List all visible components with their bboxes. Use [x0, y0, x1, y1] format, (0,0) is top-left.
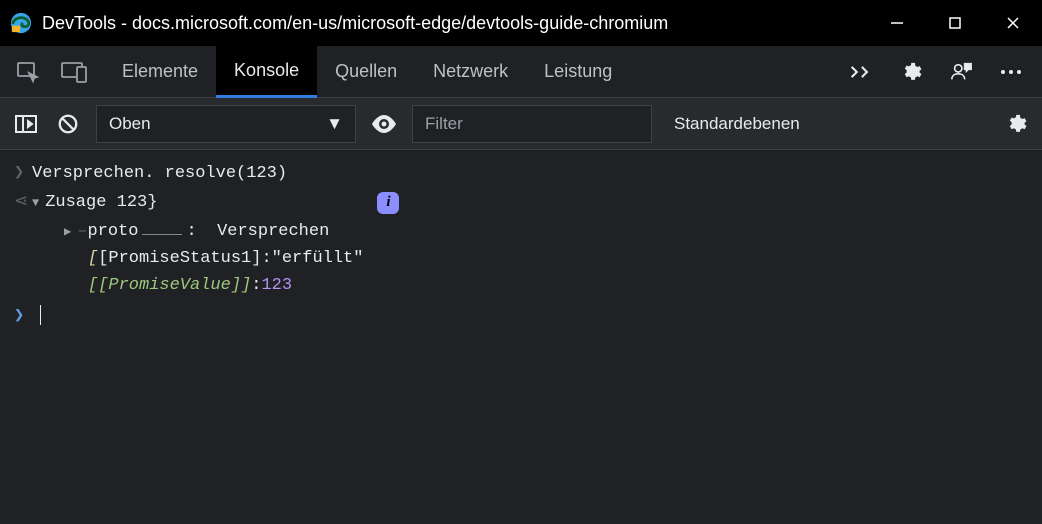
log-levels-select[interactable]: Standardebenen — [666, 114, 800, 134]
status-val: "erfüllt" — [272, 249, 364, 268]
console-input-echo: ❯ Versprechen. resolve(123) — [0, 158, 1042, 187]
more-options-icon[interactable] — [1000, 61, 1022, 83]
maximize-button[interactable] — [926, 0, 984, 46]
proto-colon: : — [186, 222, 196, 241]
console-output: ❯ Versprechen. resolve(123) ⋖ ▼ Zusage 1… — [0, 150, 1042, 340]
window-controls — [868, 0, 1042, 46]
console-prompt[interactable]: ❯ — [0, 299, 1042, 332]
prompt-caret-icon: ❯ — [14, 305, 32, 326]
promise-value-row: [[PromiseValue]] : 123 — [0, 272, 1042, 299]
settings-gear-icon[interactable] — [900, 61, 922, 83]
console-settings-gear-icon[interactable] — [1002, 110, 1030, 138]
console-toolbar: Oben ▼ Filter Standardebenen — [0, 98, 1042, 150]
filter-input[interactable]: Filter — [412, 105, 652, 143]
dropdown-triangle-icon: ▼ — [326, 114, 343, 134]
console-result-row[interactable]: ⋖ ▼ Zusage 123} i — [0, 187, 1042, 218]
proto-underscore — [142, 234, 182, 235]
input-caret-icon: ❯ — [14, 162, 32, 183]
toggle-sidebar-icon[interactable] — [12, 110, 40, 138]
feedback-icon[interactable] — [950, 61, 972, 83]
tab-network[interactable]: Netzwerk — [415, 46, 526, 98]
tab-elements[interactable]: Elemente — [104, 46, 216, 98]
text-cursor — [40, 305, 41, 325]
window-title: DevTools - docs.microsoft.com/en-us/micr… — [42, 13, 868, 34]
proto-key: proto — [87, 222, 138, 241]
expand-right-icon[interactable]: ▶ — [64, 224, 71, 239]
input-expression: Versprechen. resolve(123) — [32, 164, 287, 183]
inspect-element-icon[interactable] — [12, 56, 44, 88]
status-sep: : — [261, 249, 271, 268]
close-button[interactable] — [984, 0, 1042, 46]
proto-row[interactable]: ▶ –proto : Versprechen — [0, 218, 1042, 245]
device-toolbar-icon[interactable] — [58, 56, 90, 88]
window-titlebar: DevTools - docs.microsoft.com/en-us/micr… — [0, 0, 1042, 46]
output-caret-icon: ⋖ — [14, 191, 32, 212]
context-select[interactable]: Oben ▼ — [96, 105, 356, 143]
edge-devtools-icon — [10, 12, 32, 34]
tab-sources[interactable]: Quellen — [317, 46, 415, 98]
result-summary: Zusage 123} — [45, 193, 157, 212]
tab-performance[interactable]: Leistung — [526, 46, 630, 98]
proto-value: Versprechen — [217, 222, 329, 241]
expand-down-icon[interactable]: ▼ — [32, 196, 39, 210]
bracket-open: [ — [88, 249, 98, 268]
proto-dash: – — [77, 222, 87, 241]
live-expression-icon[interactable] — [370, 110, 398, 138]
value-key: [[PromiseValue]] — [88, 276, 251, 295]
minimize-button[interactable] — [868, 0, 926, 46]
promise-status-row: [ [PromiseStatus1] : "erfüllt" — [0, 245, 1042, 272]
clear-console-icon[interactable] — [54, 110, 82, 138]
value-val: 123 — [261, 276, 292, 295]
info-badge-icon[interactable]: i — [377, 192, 399, 214]
tab-console[interactable]: Konsole — [216, 46, 317, 98]
status-key: [PromiseStatus1] — [98, 249, 261, 268]
filter-placeholder: Filter — [425, 114, 463, 134]
context-select-value: Oben — [109, 114, 151, 134]
more-tabs-icon[interactable] — [850, 61, 872, 83]
value-sep: : — [251, 276, 261, 295]
devtools-tabstrip: Elemente Konsole Quellen Netzwerk Leistu… — [0, 46, 1042, 98]
